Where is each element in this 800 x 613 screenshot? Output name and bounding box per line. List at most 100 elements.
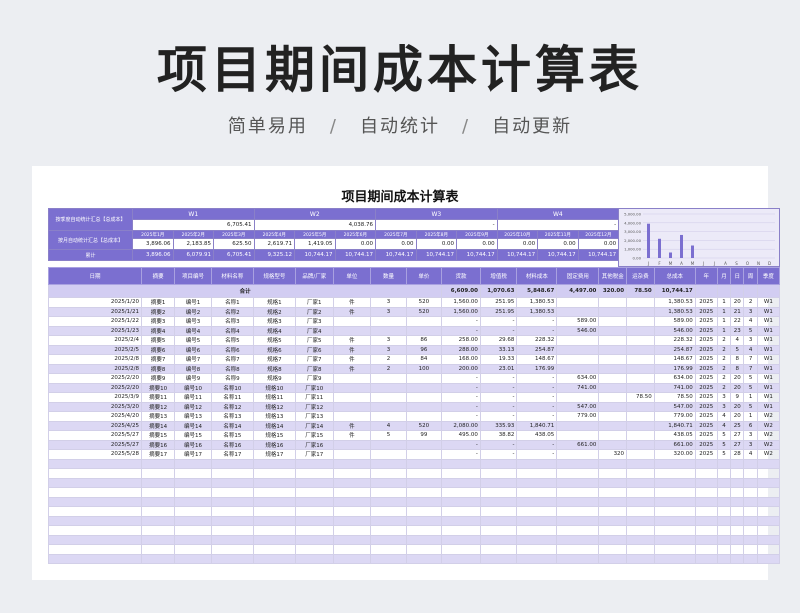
- table-cell[interactable]: [598, 306, 628, 317]
- empty-row[interactable]: [47, 534, 781, 545]
- empty-cell[interactable]: [730, 468, 745, 479]
- empty-cell[interactable]: [332, 468, 372, 479]
- table-cell[interactable]: -: [479, 439, 518, 450]
- table-cell[interactable]: 厂家9: [294, 373, 334, 384]
- empty-cell[interactable]: [626, 496, 655, 507]
- table-cell[interactable]: -: [479, 382, 518, 393]
- empty-cell[interactable]: [370, 534, 407, 545]
- table-cell[interactable]: 2: [716, 354, 732, 365]
- table-cell[interactable]: 22: [730, 316, 745, 327]
- empty-cell[interactable]: [626, 525, 655, 536]
- column-header[interactable]: 总成本: [653, 267, 696, 285]
- empty-cell[interactable]: [210, 468, 254, 479]
- empty-cell[interactable]: [294, 487, 334, 498]
- empty-cell[interactable]: [598, 544, 628, 555]
- empty-cell[interactable]: [479, 468, 518, 479]
- empty-cell[interactable]: [252, 496, 296, 507]
- column-header[interactable]: 运杂费: [626, 267, 655, 285]
- table-cell[interactable]: 编号15: [174, 430, 212, 441]
- table-cell[interactable]: [626, 297, 655, 308]
- table-cell[interactable]: 2025/1/20: [47, 297, 143, 308]
- table-cell[interactable]: 2: [716, 335, 732, 346]
- table-cell[interactable]: -: [479, 325, 518, 336]
- table-cell[interactable]: 1,560.00: [441, 306, 481, 317]
- column-header[interactable]: 其他税金: [598, 267, 628, 285]
- empty-cell[interactable]: [174, 553, 212, 564]
- table-cell[interactable]: -: [516, 392, 558, 403]
- empty-cell[interactable]: [598, 515, 628, 526]
- empty-cell[interactable]: [141, 553, 176, 564]
- table-cell[interactable]: 摘要17: [141, 449, 176, 460]
- table-cell[interactable]: [598, 439, 628, 450]
- empty-cell[interactable]: [332, 544, 372, 555]
- table-row[interactable]: 2025/1/22 摘要3 编号3 名称3 规格3 厂家3- - -589.00 589.00 2…: [47, 316, 781, 327]
- column-header[interactable]: 货款: [441, 267, 481, 285]
- week-total[interactable]: 4,038.76: [253, 219, 377, 231]
- empty-cell[interactable]: [626, 477, 655, 488]
- table-cell[interactable]: 规格1: [252, 297, 296, 308]
- table-cell[interactable]: 规格10: [252, 382, 296, 393]
- empty-cell[interactable]: [716, 534, 732, 545]
- table-cell[interactable]: 438.05: [653, 430, 696, 441]
- empty-cell[interactable]: [756, 468, 781, 479]
- table-cell[interactable]: -: [479, 449, 518, 460]
- table-cell[interactable]: [370, 392, 407, 403]
- table-cell[interactable]: 摘要5: [141, 335, 176, 346]
- empty-cell[interactable]: [743, 506, 758, 517]
- empty-cell[interactable]: [716, 553, 732, 564]
- table-cell[interactable]: 摘要12: [141, 401, 176, 412]
- empty-row[interactable]: [47, 525, 781, 536]
- table-cell[interactable]: 名称3: [210, 316, 254, 327]
- table-row[interactable]: 2025/5/27 摘要15 编号15 名称15 规格15 厂家15 件 5 99 495.00 3…: [47, 430, 781, 441]
- table-cell[interactable]: 摘要10: [141, 382, 176, 393]
- empty-cell[interactable]: [479, 496, 518, 507]
- empty-cell[interactable]: [516, 515, 558, 526]
- table-cell[interactable]: 规格15: [252, 430, 296, 441]
- table-cell[interactable]: 1: [716, 297, 732, 308]
- empty-cell[interactable]: [141, 468, 176, 479]
- table-cell[interactable]: 228.32: [653, 335, 696, 346]
- empty-cell[interactable]: [47, 534, 143, 545]
- empty-cell[interactable]: [516, 525, 558, 536]
- table-row[interactable]: 2025/2/20 摘要10 编号10 名称10 规格10 厂家10- - -741.00 74…: [47, 382, 781, 393]
- table-cell[interactable]: 335.93: [479, 420, 518, 431]
- empty-cell[interactable]: [141, 477, 176, 488]
- empty-cell[interactable]: [653, 515, 696, 526]
- table-cell[interactable]: 厂家8: [294, 363, 334, 374]
- table-cell[interactable]: 5: [730, 344, 745, 355]
- table-cell[interactable]: [556, 344, 600, 355]
- empty-cell[interactable]: [174, 496, 212, 507]
- table-cell[interactable]: 2,080.00: [441, 420, 481, 431]
- table-cell[interactable]: 546.00: [556, 325, 600, 336]
- table-cell[interactable]: 3: [743, 335, 758, 346]
- empty-cell[interactable]: [743, 496, 758, 507]
- empty-cell[interactable]: [174, 506, 212, 517]
- table-cell[interactable]: 名称12: [210, 401, 254, 412]
- empty-cell[interactable]: [441, 534, 481, 545]
- month-total[interactable]: 2,183.85: [172, 238, 214, 250]
- table-cell[interactable]: [626, 382, 655, 393]
- table-cell[interactable]: 589.00: [653, 316, 696, 327]
- table-cell[interactable]: 2025/2/20: [47, 373, 143, 384]
- empty-cell[interactable]: [332, 553, 372, 564]
- empty-cell[interactable]: [141, 534, 176, 545]
- empty-cell[interactable]: [756, 477, 781, 488]
- table-cell[interactable]: 589.00: [556, 316, 600, 327]
- column-header[interactable]: 月: [716, 267, 732, 285]
- empty-cell[interactable]: [556, 534, 600, 545]
- empty-cell[interactable]: [730, 534, 745, 545]
- table-cell[interactable]: 2: [370, 354, 407, 365]
- empty-cell[interactable]: [332, 525, 372, 536]
- table-cell[interactable]: [405, 411, 443, 422]
- empty-cell[interactable]: [653, 468, 696, 479]
- empty-cell[interactable]: [598, 553, 628, 564]
- table-cell[interactable]: 547.00: [556, 401, 600, 412]
- table-cell[interactable]: [405, 382, 443, 393]
- table-cell[interactable]: 38.82: [479, 430, 518, 441]
- table-cell[interactable]: 名称4: [210, 325, 254, 336]
- empty-cell[interactable]: [626, 468, 655, 479]
- empty-cell[interactable]: [252, 477, 296, 488]
- cumulative-value[interactable]: 10,744.17: [537, 249, 579, 261]
- table-cell[interactable]: 23: [730, 325, 745, 336]
- empty-cell[interactable]: [332, 458, 372, 469]
